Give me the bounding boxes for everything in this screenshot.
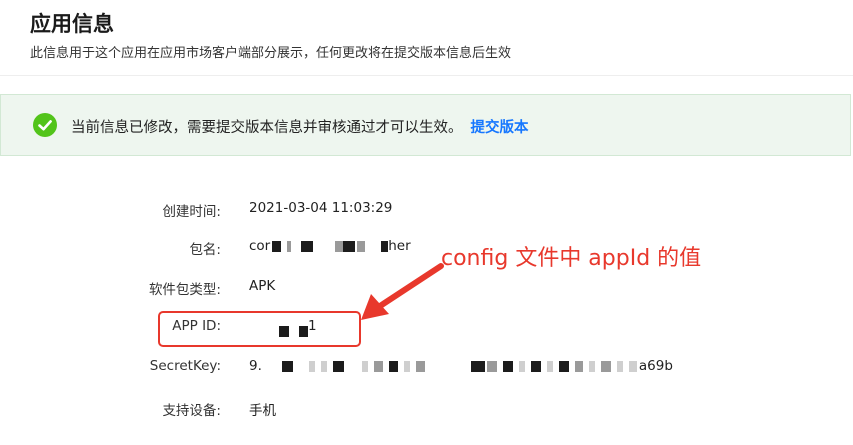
field-value-type: APK — [249, 278, 276, 294]
field-label-device: 支持设备: — [162, 403, 221, 419]
package-prefix: cor — [249, 238, 271, 254]
check-circle-icon — [33, 113, 57, 137]
annotation-arrow-icon — [361, 263, 444, 320]
annotation-text: config 文件中 appId 的值 — [441, 246, 702, 271]
page-title: 应用信息 — [30, 12, 114, 36]
field-value-created: 2021-03-04 11:03:29 — [249, 200, 393, 216]
field-row-created: 创建时间: 2021-03-04 11:03:29 — [0, 200, 853, 224]
field-value-device: 手机 — [249, 403, 276, 419]
redacted-block — [272, 238, 389, 254]
notice-text: 当前信息已修改，需要提交版本信息并审核通过才可以生效。 — [71, 120, 463, 136]
header-divider — [0, 75, 853, 76]
secret-suffix: a69b — [638, 358, 673, 374]
package-suffix: her — [388, 238, 411, 254]
field-value-package: cor her — [249, 238, 411, 254]
redacted-block — [281, 358, 639, 374]
field-row-device: 支持设备: 手机 — [0, 399, 853, 423]
notice-banner: 当前信息已修改，需要提交版本信息并审核通过才可以生效。 提交版本 — [0, 94, 851, 156]
field-row-package: 包名: cor her — [0, 238, 853, 262]
secret-prefix: 9. — [249, 358, 262, 374]
field-label-secret: SecretKey: — [149, 358, 221, 374]
appid-highlight-box — [158, 311, 361, 347]
field-label-type: 软件包类型: — [148, 282, 221, 298]
page-subtitle: 此信息用于这个应用在应用市场客户端部分展示，任何更改将在提交版本信息后生效 — [30, 46, 512, 61]
field-row-secret: SecretKey: 9. a69b — [0, 358, 853, 382]
submit-version-link[interactable]: 提交版本 — [471, 120, 529, 136]
field-label-created: 创建时间: — [162, 204, 221, 220]
field-label-package: 包名: — [189, 242, 221, 258]
notice-message: 当前信息已修改，需要提交版本信息并审核通过才可以生效。 提交版本 — [71, 116, 529, 137]
field-value-secret: 9. a69b — [249, 358, 673, 374]
